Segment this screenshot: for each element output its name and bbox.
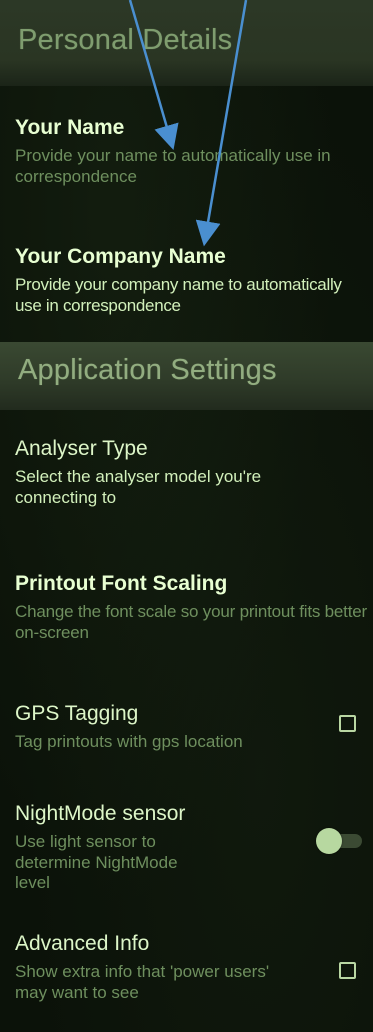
preference-summary: Use light sensor to determine NightMode … [15, 832, 178, 892]
preference-analyser-type[interactable]: Analyser Type Select the analyser model … [15, 437, 355, 508]
preference-nightmode-sensor[interactable]: NightMode sensor Use light sensor to det… [15, 802, 355, 893]
section-header-application-settings: Application Settings [0, 342, 373, 410]
switch-thumb [316, 828, 342, 854]
preference-title: Printout Font Scaling [15, 572, 228, 595]
preference-summary: Select the analyser model you're connect… [15, 467, 262, 507]
preference-your-company-name[interactable]: Your Company Name Provide your company n… [15, 245, 373, 316]
preference-title: Your Name [15, 116, 125, 139]
preference-summary: Change the font scale so your printout f… [15, 602, 367, 642]
preference-summary: Tag printouts with gps location [15, 732, 243, 752]
preference-gps-tagging[interactable]: GPS Tagging Tag printouts with gps locat… [15, 702, 355, 753]
preference-title: GPS Tagging [15, 702, 139, 725]
preference-advanced-info[interactable]: Advanced Info Show extra info that 'powe… [15, 932, 355, 1003]
preference-summary: Provide your name to automatically use i… [15, 146, 331, 186]
preference-title: Advanced Info [15, 932, 150, 955]
preference-summary: Provide your company name to automatical… [15, 275, 342, 315]
preference-title: Your Company Name [15, 245, 226, 268]
settings-screen: Personal Details Your Name Provide your … [0, 0, 373, 1032]
advanced-info-checkbox[interactable] [339, 962, 356, 979]
section-header-label: Personal Details [18, 24, 233, 56]
nightmode-sensor-switch[interactable] [316, 828, 366, 854]
preference-your-name[interactable]: Your Name Provide your name to automatic… [15, 116, 355, 187]
section-header-label: Application Settings [18, 354, 277, 386]
gps-tagging-checkbox[interactable] [339, 715, 356, 732]
preference-summary: Show extra info that 'power users' may w… [15, 962, 270, 1002]
preference-title: NightMode sensor [15, 802, 186, 825]
preference-printout-font-scaling[interactable]: Printout Font Scaling Change the font sc… [15, 572, 373, 643]
preference-title: Analyser Type [15, 437, 148, 460]
section-header-personal-details: Personal Details [0, 0, 373, 86]
